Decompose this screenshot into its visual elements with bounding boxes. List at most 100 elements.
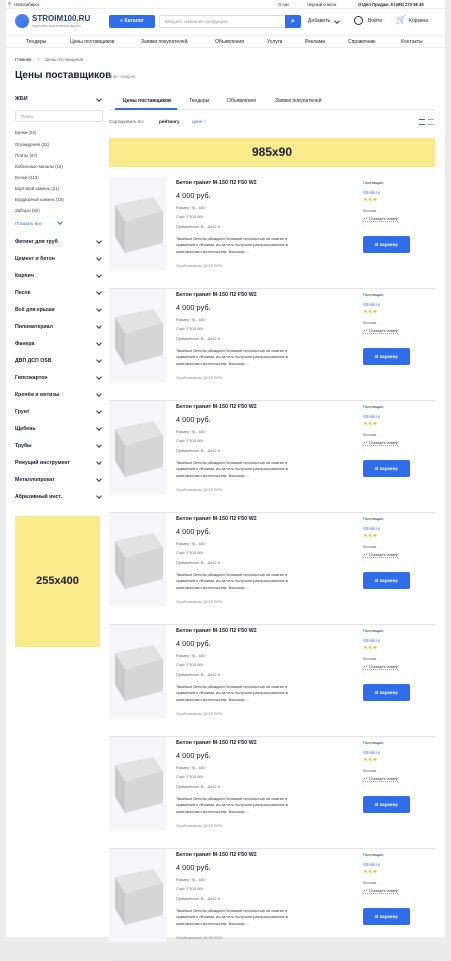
nav-services[interactable]: Услуги — [267, 40, 282, 45]
product-image[interactable] — [109, 737, 166, 830]
add-to-cart-button[interactable]: В корзину — [363, 236, 410, 253]
catalog-button[interactable]: ≡ Каталог — [109, 15, 155, 28]
add-to-cart-button[interactable]: В корзину — [363, 572, 410, 589]
sidebar-category[interactable]: Цемент и бетон — [15, 254, 103, 264]
product-card[interactable]: Бетон гранит М-150 П2 F50 W2 4 000 руб. Ра… — [109, 177, 435, 289]
product-image[interactable] — [109, 177, 166, 270]
search-input[interactable]: Введите название продукции — [159, 15, 285, 28]
sort-rating[interactable]: рейтингу — [159, 119, 180, 125]
supplier-link[interactable]: Stroiki.ru — [363, 414, 380, 419]
product-card[interactable]: Бетон гранит М-150 П2 F50 W2 4 000 руб. Ра… — [109, 401, 435, 513]
nav-supplier-prices[interactable]: Цены поставщиков — [70, 40, 114, 45]
product-title[interactable]: Бетон гранит М-150 П2 F50 W2 — [176, 740, 257, 746]
sidebar-subitem[interactable]: Балки (24) — [15, 130, 36, 135]
nav-ads[interactable]: Объявления — [215, 40, 244, 45]
sidebar-subitem[interactable]: Бортовой камень (21) — [15, 186, 59, 191]
sidebar-subitem[interactable]: Блоки (213) — [15, 175, 39, 180]
blacklist-link[interactable]: Черный список — [307, 2, 336, 7]
show-phone-link[interactable]: +7 Показать номер — [363, 776, 399, 782]
sidebar-group-jbi[interactable]: ЖБИ — [15, 95, 103, 105]
sidebar-category[interactable]: Песок — [15, 288, 103, 298]
tab-supplier-prices[interactable]: Цены поставщиков — [123, 99, 171, 104]
add-to-cart-button[interactable]: В корзину — [363, 460, 410, 477]
supplier-link[interactable]: Stroiki.ru — [363, 638, 380, 643]
sidebar-category[interactable]: ДВП ДСП OSB — [15, 356, 103, 366]
user-icon[interactable] — [354, 16, 363, 25]
tab-ads[interactable]: Объявления — [227, 99, 256, 104]
nav-tenders[interactable]: Тендеры — [26, 40, 46, 45]
nav-advertising[interactable]: Реклама — [305, 40, 325, 45]
sidebar-category[interactable]: Металлопрокат — [15, 475, 103, 485]
breadcrumb-home[interactable]: Главная — [15, 57, 31, 62]
supplier-link[interactable]: Stroiki.ru — [363, 302, 380, 307]
sidebar-category[interactable]: Фитинг для труб — [15, 237, 103, 247]
add-to-cart-button[interactable]: В корзину — [363, 348, 410, 365]
add-to-cart-button[interactable]: В корзину — [363, 684, 410, 701]
product-image[interactable] — [109, 849, 166, 942]
product-card[interactable]: Бетон гранит М-150 П2 F50 W2 4 000 руб. Ра… — [109, 849, 435, 961]
sidebar-subitem[interactable]: Кабельные каналы (12) — [15, 164, 63, 169]
sidebar-category[interactable]: Фанера — [15, 339, 103, 349]
product-card[interactable]: Бетон гранит М-150 П2 F50 W2 4 000 руб. Ра… — [109, 289, 435, 401]
sidebar-subitem[interactable]: Заборы (82) — [15, 208, 40, 213]
logo-icon[interactable] — [15, 14, 29, 28]
product-card[interactable]: Бетон гранит М-150 П2 F50 W2 4 000 руб. Ра… — [109, 737, 435, 849]
add-to-cart-button[interactable]: В корзину — [363, 908, 410, 925]
sidebar-category[interactable]: Абразивный инст. — [15, 492, 103, 502]
show-phone-link[interactable]: +7 Показать номер — [363, 440, 399, 446]
grid-view-icon[interactable] — [428, 119, 434, 125]
city-selector[interactable]: Новосибирск — [14, 2, 39, 7]
sidebar-search-input[interactable]: Поиск — [15, 110, 103, 122]
product-card[interactable]: Бетон гранит М-150 П2 F50 W2 4 000 руб. Ра… — [109, 625, 435, 737]
sidebar-category[interactable]: Крепёж и метизы — [15, 390, 103, 400]
sidebar-category[interactable]: Щебень — [15, 424, 103, 434]
supplier-link[interactable]: Stroiki.ru — [363, 526, 380, 531]
product-title[interactable]: Бетон гранит М-150 П2 F50 W2 — [176, 628, 257, 634]
supplier-link[interactable]: Stroiki.ru — [363, 750, 380, 755]
login-link[interactable]: Войти — [368, 19, 382, 24]
show-phone-link[interactable]: +7 Показать номер — [363, 216, 399, 222]
product-image[interactable] — [109, 289, 166, 382]
search-button[interactable]: ⌕ — [285, 15, 301, 28]
sidebar-category[interactable]: Кирпич — [15, 271, 103, 281]
product-title[interactable]: Бетон гранит М-150 П2 F50 W2 — [176, 852, 257, 858]
sidebar-category[interactable]: Всё для крыши — [15, 305, 103, 315]
tab-tenders[interactable]: Тендеры — [189, 99, 209, 104]
product-card[interactable]: Бетон гранит М-150 П2 F50 W2 4 000 руб. Ра… — [109, 513, 435, 625]
sidebar-category[interactable]: Пиломатериал — [15, 322, 103, 332]
sidebar-subitem[interactable]: Плиты (97) — [15, 153, 37, 158]
show-phone-link[interactable]: +7 Показать номер — [363, 888, 399, 894]
cart-icon[interactable]: 🛒 — [396, 16, 406, 24]
nav-reference[interactable]: Справочник — [348, 40, 376, 45]
add-to-cart-button[interactable]: В корзину — [363, 796, 410, 813]
sidebar-category[interactable]: Режущий инструмент — [15, 458, 103, 468]
cart-link[interactable]: Корзина — [409, 19, 428, 24]
sidebar-category[interactable]: Гипсокартон — [15, 373, 103, 383]
product-image[interactable] — [109, 513, 166, 606]
add-dropdown[interactable]: Добавить — [308, 19, 330, 24]
logo-title[interactable]: STROIM100.RU — [32, 15, 90, 23]
about-link[interactable]: О нас — [278, 2, 289, 7]
product-image[interactable] — [109, 401, 166, 494]
sort-price[interactable]: цене ↑ — [192, 119, 206, 125]
sidebar-category[interactable]: Трубы — [15, 441, 103, 451]
sidebar-subitem[interactable]: Бордюрный камень (18) — [15, 197, 64, 202]
product-image[interactable] — [109, 625, 166, 718]
supplier-link[interactable]: Stroiki.ru — [363, 862, 380, 867]
product-title[interactable]: Бетон гранит М-150 П2 F50 W2 — [176, 516, 257, 522]
product-title[interactable]: Бетон гранит М-150 П2 F50 W2 — [176, 292, 257, 298]
show-all-link[interactable]: Показать все — [15, 221, 42, 226]
show-phone-link[interactable]: +7 Показать номер — [363, 664, 399, 670]
product-title[interactable]: Бетон гранит М-150 П2 F50 W2 — [176, 404, 257, 410]
nav-buyer-requests[interactable]: Заявки покупателей — [141, 40, 187, 45]
list-view-icon[interactable] — [419, 119, 425, 125]
show-phone-link[interactable]: +7 Показать номер — [363, 328, 399, 334]
nav-contacts[interactable]: Контакты — [401, 40, 423, 45]
sidebar-category[interactable]: Грунт — [15, 407, 103, 417]
supplier-link[interactable]: Stroiki.ru — [363, 190, 380, 195]
show-phone-link[interactable]: +7 Показать номер — [363, 552, 399, 558]
sidebar-subitem[interactable]: Ограждения (32) — [15, 142, 49, 147]
tab-buyer-requests[interactable]: Заявки покупателей — [275, 99, 321, 104]
sidebar-ad-banner[interactable]: 255x400 — [15, 516, 100, 647]
sales-phone[interactable]: Отдел Продаж: 8 (499) 270 58 45 — [358, 2, 424, 7]
